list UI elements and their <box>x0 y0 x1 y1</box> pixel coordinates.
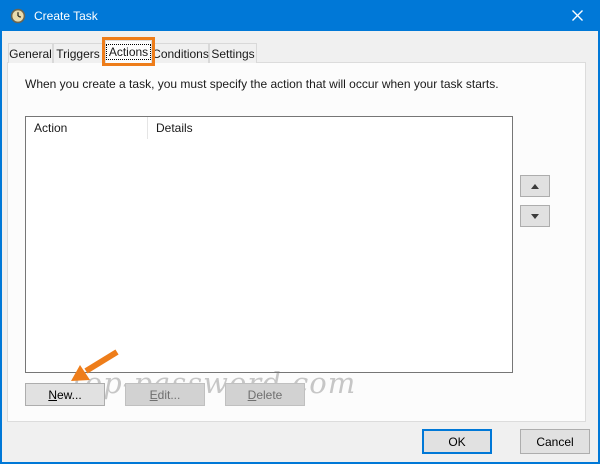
cancel-button-label: Cancel <box>536 434 574 449</box>
tab-general[interactable]: General <box>8 43 53 63</box>
triangle-up-icon <box>531 183 539 189</box>
column-header-action[interactable]: Action <box>26 117 148 139</box>
ok-button-label: OK <box>448 434 466 449</box>
cancel-button[interactable]: Cancel <box>520 429 590 454</box>
listview-body-empty[interactable] <box>26 139 512 372</box>
triangle-down-icon <box>531 213 539 219</box>
edit-button-label: dit... <box>157 387 181 402</box>
delete-button-accesskey: D <box>247 387 257 402</box>
tab-general-label: General <box>9 46 52 61</box>
edit-button[interactable]: Edit... <box>125 383 205 406</box>
tab-triggers-label: Triggers <box>56 46 100 61</box>
create-task-dialog: Create Task General Triggers Actions Con… <box>0 0 600 464</box>
listview-header: Action Details <box>26 117 512 139</box>
title-bar[interactable]: Create Task <box>0 0 600 31</box>
move-down-button[interactable] <box>520 205 550 227</box>
delete-button[interactable]: Delete <box>225 383 305 406</box>
actions-listview[interactable]: Action Details <box>25 116 513 373</box>
column-header-details-label: Details <box>156 121 193 135</box>
delete-button-label: elete <box>256 387 283 402</box>
move-up-button[interactable] <box>520 175 550 197</box>
new-button[interactable]: New... <box>25 383 105 406</box>
tab-actions[interactable]: Actions <box>102 37 155 66</box>
task-scheduler-clock-icon <box>10 8 26 23</box>
new-button-label: ew... <box>56 387 82 402</box>
column-header-details[interactable]: Details <box>148 117 512 139</box>
new-button-accesskey: N <box>48 387 57 402</box>
tab-triggers[interactable]: Triggers <box>53 43 103 63</box>
tab-settings-label: Settings <box>211 46 255 61</box>
tab-conditions[interactable]: Conditions <box>152 43 209 63</box>
ok-button[interactable]: OK <box>422 429 492 454</box>
close-button[interactable] <box>555 0 600 31</box>
instruction-text: When you create a task, you must specify… <box>25 77 499 91</box>
tab-conditions-label: Conditions <box>152 46 209 61</box>
tab-settings[interactable]: Settings <box>209 43 257 63</box>
close-icon <box>572 10 583 21</box>
column-header-action-label: Action <box>34 121 68 135</box>
tab-actions-label: Actions <box>105 44 152 60</box>
edit-button-accesskey: E <box>149 387 158 402</box>
window-title: Create Task <box>34 8 98 23</box>
